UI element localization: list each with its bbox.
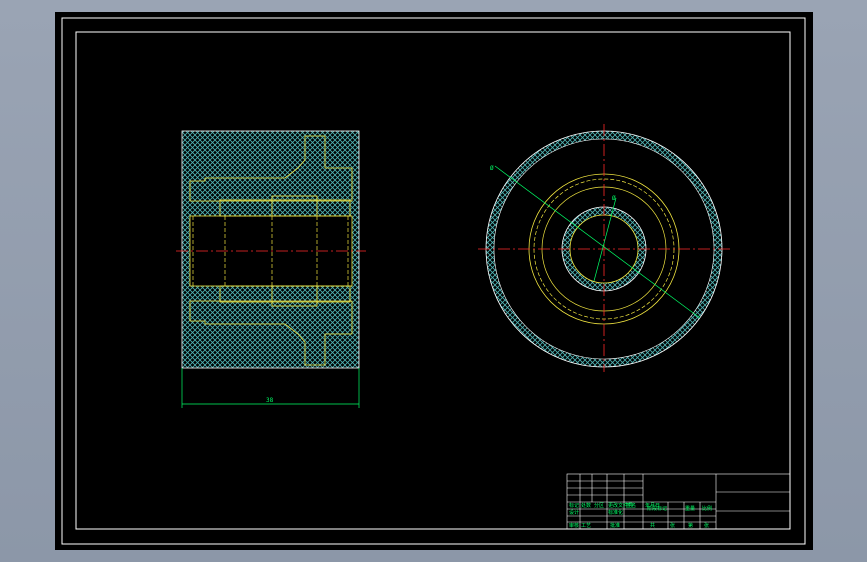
section-view[interactable]: 38 — [176, 130, 366, 408]
tb-label-chushu: 处数 — [581, 502, 591, 509]
width-dimension-text: 38 — [266, 397, 274, 404]
title-block-labels: 标记 处数 分区 更改文件号 签名 年月日 设计 标准化 阶段标记 重量 比例 … — [569, 502, 712, 529]
inner-diameter-text: Ø — [612, 195, 616, 202]
outer-diameter-text: Ø — [490, 165, 494, 172]
tb-label-jieduan: 阶段标记 — [647, 505, 667, 512]
tb-label-sheji: 设计 — [569, 509, 579, 516]
title-block[interactable] — [566, 473, 791, 530]
tb-label-gong: 共 — [650, 522, 655, 529]
tb-label-shenhe: 审核 — [569, 522, 579, 529]
tb-label-zhang2: 张 — [704, 522, 709, 529]
circular-view[interactable]: Ø Ø — [478, 124, 730, 372]
tb-label-biaoji: 标记 — [569, 502, 579, 509]
tb-label-biaozhunhua: 标准化 — [608, 509, 623, 516]
drawing-canvas[interactable]: 38 Ø Ø 标记 处数 分区 更改文件号 签名 年月日 设计 标准化 阶段标记… — [0, 0, 867, 562]
tb-label-zhongliang: 重量 — [685, 505, 695, 512]
tb-label-gongyi: 工艺 — [581, 523, 591, 529]
tb-label-pizhun: 批准 — [610, 522, 620, 529]
tb-label-zhang1: 张 — [670, 522, 675, 529]
tb-label-di: 第 — [688, 522, 693, 529]
tb-label-bili: 比例 — [702, 505, 712, 512]
tb-label-fenqu: 分区 — [594, 502, 604, 509]
tb-label-qianming: 签名 — [626, 502, 636, 509]
